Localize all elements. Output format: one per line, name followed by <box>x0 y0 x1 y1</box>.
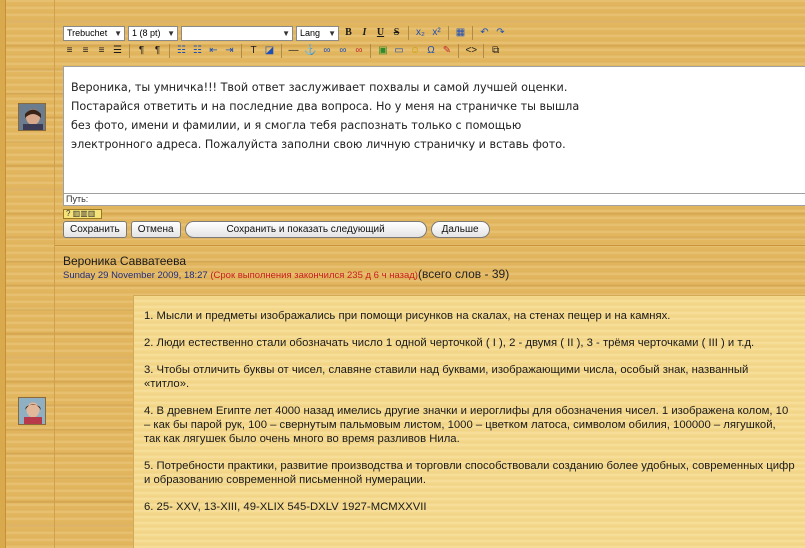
unlink-icon[interactable]: ∞ <box>336 44 349 59</box>
page: Trebuchet ▼ 1 (8 pt) ▼ ▼ Lang ▼ B I U S x₂ … <box>0 0 805 548</box>
strike-button[interactable]: S <box>390 26 403 41</box>
bold-button[interactable]: B <box>342 26 355 41</box>
anchor-icon[interactable]: ⚓ <box>303 44 317 59</box>
font-family-select[interactable]: Trebuchet ▼ <box>63 25 125 41</box>
align-left-icon[interactable]: ≡ <box>63 44 76 59</box>
undo-button[interactable]: ↶ <box>478 26 491 41</box>
post-date: Sunday 29 November 2009, 18:27 <box>63 270 208 281</box>
align-justify-icon[interactable]: ☰ <box>111 44 124 59</box>
editor-text-area[interactable]: Вероника, ты умничка!!! Твой ответ заслу… <box>63 66 805 194</box>
action-buttons: Сохранить Отмена Сохранить и показать сл… <box>63 221 805 238</box>
toolbar-row-2: ≡ ≡ ≡ ☰ ¶ ¶ ☷ ☷ ⇤ ⇥ T ◪ — ⚓ ∞ ∞ ∞ ▣ ▭ ☺ … <box>63 42 805 60</box>
toolbar-separator <box>472 26 473 40</box>
column-divider <box>54 0 55 548</box>
path-label: Путь: <box>66 194 89 204</box>
editor-path-bar: Путь: <box>63 194 805 206</box>
smiley-icon[interactable]: ☺ <box>408 44 421 59</box>
font-size-value: 1 (8 pt) <box>132 27 161 38</box>
lang-select[interactable]: Lang ▼ <box>296 25 339 41</box>
post-paragraph: 2. Люди естественно стали обозначать чис… <box>144 337 755 349</box>
nolink-icon[interactable]: ∞ <box>352 44 365 59</box>
rtl-icon[interactable]: ¶ <box>151 44 164 59</box>
late-note: (Срок выполнения закончился 235 д 6 ч на… <box>210 270 418 281</box>
toolbar-separator <box>408 26 409 40</box>
underline-button[interactable]: U <box>374 26 387 41</box>
help-icon[interactable]: ? ▥▥▥ <box>63 209 102 219</box>
align-right-icon[interactable]: ≡ <box>95 44 108 59</box>
toolbar-separator <box>483 44 485 58</box>
post-paragraph: 3. Чтобы отличить буквы от чисел, славян… <box>144 364 749 390</box>
post-body: 1. Мысли и предметы изображались при пом… <box>133 295 805 548</box>
post-paragraph: 5. Потребности практики, развитие произв… <box>144 460 795 486</box>
unordered-list-icon[interactable]: ☷ <box>191 44 204 59</box>
heading-select[interactable]: ▼ <box>181 25 293 41</box>
editor-text: Вероника, ты умничка!!! Твой ответ заслу… <box>71 81 580 151</box>
text-color-icon[interactable]: T <box>247 44 260 59</box>
ordered-list-icon[interactable]: ☷ <box>175 44 188 59</box>
post-header: Вероника Савватеева Sunday 29 November 2… <box>63 255 509 282</box>
italic-button[interactable]: I <box>358 26 371 41</box>
toolbar-separator <box>129 44 130 58</box>
special-char-icon[interactable]: Ω <box>424 44 437 59</box>
toolbar-separator <box>370 44 372 58</box>
section-divider <box>55 245 805 246</box>
student-avatar[interactable] <box>18 397 46 425</box>
toolbar-separator <box>448 26 449 40</box>
save-button[interactable]: Сохранить <box>63 221 127 238</box>
background-color-icon[interactable]: ◪ <box>263 44 276 59</box>
font-size-select[interactable]: 1 (8 pt) ▼ <box>128 25 178 41</box>
fullscreen-icon[interactable]: ⧉ <box>489 44 502 59</box>
horizontal-rule-icon[interactable]: — <box>287 44 300 59</box>
toolbar-separator <box>169 44 170 58</box>
word-count: (всего слов - 39) <box>417 267 510 281</box>
left-rail <box>0 0 6 548</box>
html-editor: Trebuchet ▼ 1 (8 pt) ▼ ▼ Lang ▼ B I U S x₂ … <box>63 24 805 238</box>
align-center-icon[interactable]: ≡ <box>79 44 92 59</box>
indent-icon[interactable]: ⇥ <box>223 44 236 59</box>
font-family-value: Trebuchet <box>67 27 108 38</box>
spellcheck-icon[interactable]: ✎ <box>440 44 453 59</box>
next-button[interactable]: Дальше <box>430 221 490 238</box>
post-paragraph: 1. Мысли и предметы изображались при пом… <box>144 310 671 322</box>
ltr-icon[interactable]: ¶ <box>135 44 148 59</box>
subscript-button[interactable]: x₂ <box>414 26 427 41</box>
redo-button[interactable]: ↷ <box>494 26 507 41</box>
post-paragraph: 6. 25- XXV, 13-XIII, 49-XLIX 545-DXLV 19… <box>144 501 427 513</box>
cancel-button[interactable]: Отмена <box>130 221 181 238</box>
insert-image-icon[interactable]: ▣ <box>376 44 389 59</box>
teacher-avatar[interactable] <box>18 103 46 131</box>
outdent-icon[interactable]: ⇤ <box>207 44 220 59</box>
post-paragraph: 4. В древнем Египте лет 4000 назад имели… <box>144 405 789 445</box>
lang-value: Lang <box>300 27 321 38</box>
toolbar-separator <box>281 44 282 58</box>
toolbar-row-1: Trebuchet ▼ 1 (8 pt) ▼ ▼ Lang ▼ B I U S x₂ … <box>63 24 805 42</box>
post-meta: Sunday 29 November 2009, 18:27 (Срок вып… <box>63 268 509 282</box>
link-icon[interactable]: ∞ <box>320 44 333 59</box>
superscript-button[interactable]: x² <box>430 26 443 41</box>
html-source-icon[interactable]: <> <box>464 44 478 59</box>
toolbar-separator <box>241 44 242 58</box>
insert-table-icon[interactable]: ▭ <box>392 44 405 59</box>
clean-word-icon[interactable]: ▦ <box>454 26 467 41</box>
toolbar-separator <box>458 44 460 58</box>
save-and-show-next-button[interactable]: Сохранить и показать следующий <box>184 221 427 238</box>
